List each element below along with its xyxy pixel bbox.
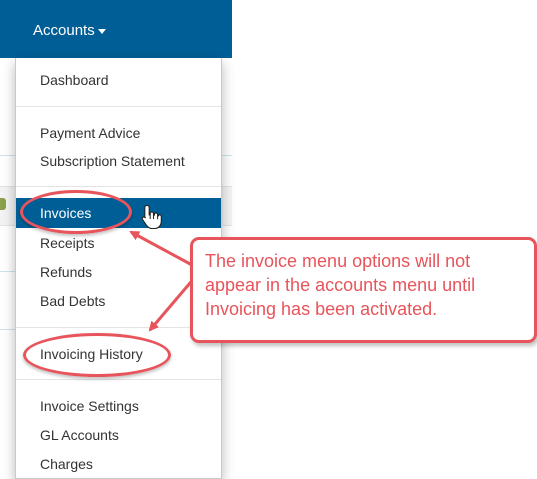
menu-item-subscription-statement[interactable]: Subscription Statement xyxy=(16,147,221,175)
menu-divider xyxy=(16,379,221,380)
menu-item-invoice-settings[interactable]: Invoice Settings xyxy=(16,392,221,420)
menu-item-dashboard[interactable]: Dashboard xyxy=(16,66,221,94)
menu-divider xyxy=(16,186,221,187)
accounts-menu-label: Accounts xyxy=(33,22,95,39)
annotation-callout: The invoice menu options will not appear… xyxy=(190,237,537,343)
menu-divider xyxy=(16,106,221,107)
invoices-highlight-ellipse xyxy=(20,190,132,234)
menu-item-charges[interactable]: Charges xyxy=(16,450,221,478)
callout-text: The invoice menu options will not appear… xyxy=(205,251,476,319)
background-fragment xyxy=(0,198,6,210)
caret-down-icon xyxy=(97,28,106,34)
hand-pointer-icon xyxy=(141,204,162,230)
menu-item-gl-accounts[interactable]: GL Accounts xyxy=(16,421,221,449)
accounts-menu-toggle[interactable]: Accounts xyxy=(33,22,106,39)
invoicing-history-highlight-ellipse xyxy=(23,333,171,377)
menu-item-payment-advice[interactable]: Payment Advice xyxy=(16,119,221,147)
top-nav-bar: Accounts xyxy=(0,0,232,58)
